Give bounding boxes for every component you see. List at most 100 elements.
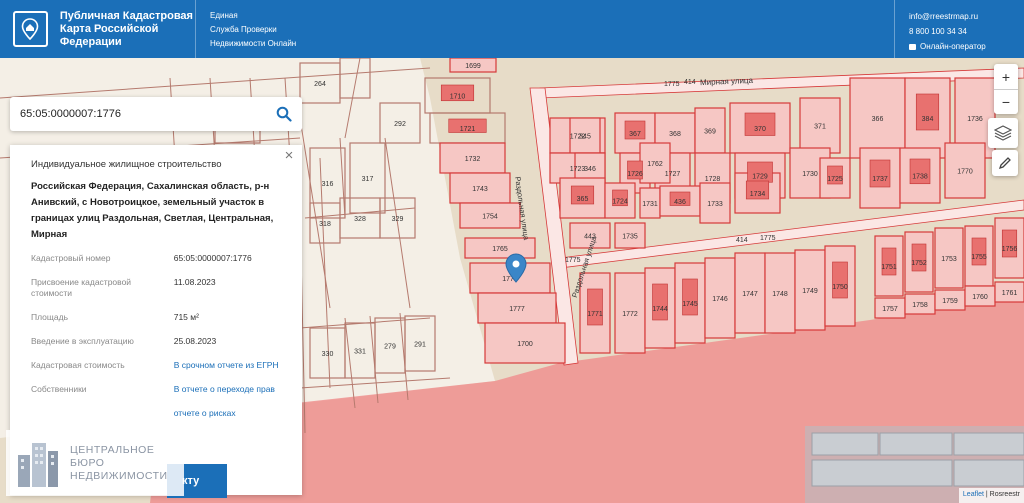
chat-label: Онлайн-оператор xyxy=(920,42,986,51)
property-value: 715 м² xyxy=(173,312,199,322)
property-label: Площадь xyxy=(31,312,69,322)
street-number-label: 1775 xyxy=(565,257,581,264)
service-line: Единая xyxy=(210,11,238,20)
map-attribution: Leaflet | Rosreestr xyxy=(958,488,1024,503)
plot-number-label: 369 xyxy=(704,129,716,136)
zoom-out-button[interactable]: − xyxy=(994,89,1018,114)
plot-number-label: 330 xyxy=(322,351,334,358)
plot-number-label: 384 xyxy=(922,116,934,123)
plot-number-label: 1746 xyxy=(712,296,728,303)
parcel-type: Индивидуальное жилищное строительство xyxy=(31,159,222,170)
property-label: Введение в эксплуатацию xyxy=(31,336,134,346)
watermark-text: ЦЕНТРАЛЬНОЕ БЮРО НЕДВИЖИМОСТИ xyxy=(70,444,168,483)
plot-number-label: 1738 xyxy=(912,174,928,181)
plot-number-label: 1745 xyxy=(682,301,698,308)
leaflet-link[interactable]: Leaflet xyxy=(963,491,984,498)
plot-number-label: 370 xyxy=(754,126,766,133)
watermark-line: ЦЕНТРАЛЬНОЕ xyxy=(70,443,155,456)
logo-block[interactable]: Публичная Кадастровая Карта Российской Ф… xyxy=(0,0,195,58)
chat-icon xyxy=(909,43,916,50)
plot-number-label: 436 xyxy=(674,199,686,206)
plot-number-label: 1734 xyxy=(750,191,766,198)
property-link[interactable]: отчете о рисках xyxy=(174,408,282,419)
street-number-label: 414 xyxy=(736,237,748,244)
measure-button[interactable] xyxy=(992,150,1018,176)
plot-number-label: 1700 xyxy=(517,341,533,348)
plot-number-label: 1723 xyxy=(570,166,586,173)
plot-number-label: 318 xyxy=(319,221,331,228)
plot-number-label: 1753 xyxy=(941,256,957,263)
property-link[interactable]: В срочном отчете из ЕГРН xyxy=(174,360,282,371)
property-value: 65:05:0000007:1776 xyxy=(173,253,252,263)
property-link[interactable]: В отчете о переходе прав xyxy=(174,384,282,395)
service-line: Недвижимости Онлайн xyxy=(210,39,297,48)
plot-number-label: 368 xyxy=(669,131,681,138)
plot-number-label: 1721 xyxy=(460,126,476,133)
building-footprint xyxy=(915,93,940,131)
plot-number-label: 291 xyxy=(414,342,426,349)
service-line: Служба Проверки xyxy=(210,25,277,34)
plot-number-label: 316 xyxy=(322,181,334,188)
building-footprint xyxy=(587,288,603,326)
plot-number-label: 279 xyxy=(384,344,396,351)
street-number-label: 414 xyxy=(684,79,696,86)
plot-number-label: 1699 xyxy=(465,63,481,70)
building-footprint xyxy=(682,278,698,316)
zoom-in-button[interactable]: + xyxy=(994,64,1018,89)
property-label: Собственники xyxy=(31,384,87,394)
plot-number-label: 1735 xyxy=(622,234,638,241)
search-icon[interactable] xyxy=(276,106,292,122)
plot-number-label: 1772 xyxy=(622,311,638,318)
plot-number-label: 1749 xyxy=(802,288,818,295)
email-link[interactable]: info@rreestrmap.ru xyxy=(909,9,1024,24)
property-value: 11.08.2023 xyxy=(173,277,216,287)
plot-number-label: 1754 xyxy=(482,214,498,221)
plot-number-label: 331 xyxy=(354,349,366,356)
plot-number-label: 1750 xyxy=(832,284,848,291)
search-input[interactable] xyxy=(20,108,276,120)
plot-number-label: 1777 xyxy=(509,306,525,313)
plot-number-label: 1770 xyxy=(957,169,973,176)
rosreestr-label: Rosreestr xyxy=(989,491,1020,498)
app-header: Публичная Кадастровая Карта Российской Ф… xyxy=(0,0,1024,58)
property-row: Собственники В отчете о переходе прав xyxy=(31,384,282,395)
layers-button[interactable] xyxy=(988,118,1018,148)
property-label: Присвоение кадастровой стоимости xyxy=(31,277,132,298)
property-value: 25.08.2023 xyxy=(173,336,217,346)
plot-number-label: 1759 xyxy=(942,298,958,305)
building-logo-icon xyxy=(18,443,58,487)
plot-number-label: 1751 xyxy=(881,264,897,271)
property-row: Присвоение кадастровой стоимости 11.08.20… xyxy=(31,277,282,299)
plot-number-label: 345 xyxy=(579,134,591,141)
plot-number-label: 346 xyxy=(584,166,596,173)
plot-number-label: 365 xyxy=(577,196,589,203)
pencil-icon xyxy=(998,157,1011,170)
building-footprint xyxy=(832,261,848,299)
search-bar[interactable] xyxy=(10,97,302,131)
plot-number-label: 1736 xyxy=(967,116,983,123)
plot-number-label: 328 xyxy=(354,216,366,223)
plot-number-label: 1732 xyxy=(465,156,481,163)
phone-link[interactable]: 8 800 100 34 34 xyxy=(909,24,1024,39)
plot-number-label: 1755 xyxy=(971,254,987,261)
plot-number-label: 1747 xyxy=(742,291,758,298)
property-row: отчете о рисках xyxy=(31,408,282,419)
street-number-label: 1775 xyxy=(664,81,680,88)
plot-number-label: 1760 xyxy=(972,294,988,301)
parcel-properties: Кадастровый номер 65:05:0000007:1776 Присв… xyxy=(31,253,282,419)
parcel-address: Российская Федерация, Сахалинская област… xyxy=(31,181,274,240)
plot-number-label: 1725 xyxy=(827,176,843,183)
plot-number-label: 367 xyxy=(629,131,641,138)
plot-number-label: 1752 xyxy=(911,260,927,267)
property-row: Площадь 715 м² xyxy=(31,312,282,323)
zoom-control: + − xyxy=(994,64,1018,114)
close-icon[interactable]: × xyxy=(282,148,296,163)
service-name: Единая Служба Проверки Недвижимости Онла… xyxy=(196,0,894,58)
plot-number-label: 264 xyxy=(314,81,326,88)
plot-number-label: 1743 xyxy=(472,186,488,193)
plot-number-label: 1710 xyxy=(450,94,466,101)
contact-block: info@rreestrmap.ru 8 800 100 34 34 Онлай… xyxy=(895,0,1024,58)
layers-icon xyxy=(994,125,1012,141)
plot-number-label: 1727 xyxy=(665,171,681,178)
chat-link[interactable]: Онлайн-оператор xyxy=(909,39,1024,54)
